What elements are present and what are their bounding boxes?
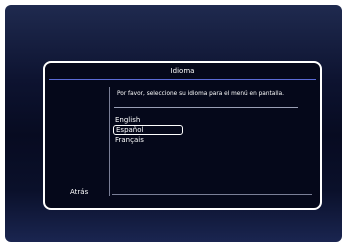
tv-screen-background: Idioma Atrás Por favor, seleccione su id… xyxy=(5,5,342,242)
back-button[interactable]: Atrás xyxy=(70,188,88,197)
vertical-divider xyxy=(109,87,110,196)
language-list: English Español Français xyxy=(113,115,193,145)
dialog-title: Idioma xyxy=(170,67,195,75)
language-option-espanol[interactable]: Español xyxy=(113,125,183,135)
language-option-francais[interactable]: Français xyxy=(113,135,193,145)
language-prompt: Por favor, seleccione su idioma para el … xyxy=(117,91,284,97)
language-dialog: Idioma Atrás Por favor, seleccione su id… xyxy=(43,61,322,210)
prompt-divider xyxy=(114,107,298,108)
bottom-divider xyxy=(112,194,312,195)
language-option-english[interactable]: English xyxy=(113,115,193,125)
